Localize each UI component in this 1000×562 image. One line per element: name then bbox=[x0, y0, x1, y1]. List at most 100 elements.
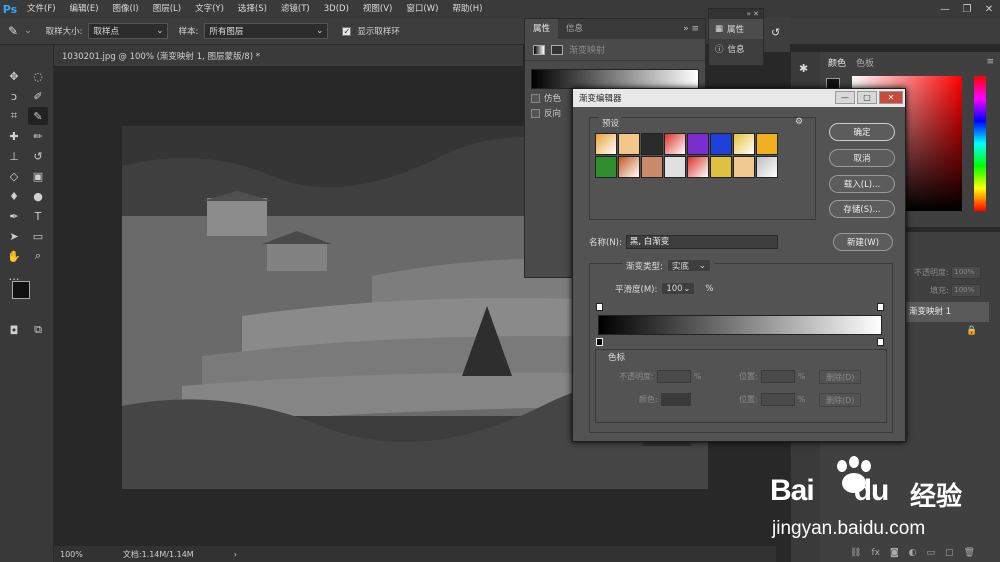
dodge-tool-icon[interactable]: ● bbox=[28, 187, 48, 205]
mask-icon[interactable] bbox=[551, 44, 563, 55]
stop-opacity-field[interactable] bbox=[656, 370, 691, 383]
preset-swatch[interactable] bbox=[595, 156, 617, 178]
presets-gear-icon[interactable]: ⚙ bbox=[795, 117, 803, 127]
color-location-field[interactable] bbox=[760, 393, 795, 406]
opacity-stop-right[interactable] bbox=[877, 303, 884, 311]
quick-select-tool-icon[interactable]: ✐ bbox=[28, 87, 48, 105]
preset-swatch[interactable] bbox=[710, 156, 732, 178]
tab-color[interactable]: 颜色 bbox=[828, 56, 846, 69]
menu-select[interactable]: 选择(S) bbox=[231, 0, 274, 18]
fill-field[interactable]: 100% bbox=[951, 284, 982, 297]
menu-edit[interactable]: 编辑(E) bbox=[63, 0, 106, 18]
move-tool-icon[interactable]: ✥ bbox=[4, 67, 24, 85]
gradient-tool-icon[interactable]: ▣ bbox=[28, 167, 48, 185]
color-stop-left[interactable] bbox=[596, 338, 603, 346]
ok-button[interactable]: 确定 bbox=[829, 123, 895, 141]
preset-swatch[interactable] bbox=[733, 133, 755, 155]
lasso-tool-icon[interactable]: ↄ bbox=[4, 87, 24, 105]
panel-collapse-icon[interactable]: » ✕ bbox=[709, 9, 763, 19]
reverse-checkbox[interactable] bbox=[531, 108, 540, 118]
tool-preset-dropdown-icon[interactable]: ⌄ bbox=[24, 26, 32, 36]
preset-swatch[interactable] bbox=[687, 133, 709, 155]
quick-mask-icon[interactable]: ◘ bbox=[4, 321, 24, 339]
load-button[interactable]: 载入(L)... bbox=[829, 175, 895, 193]
opacity-stop-left[interactable] bbox=[596, 303, 603, 311]
opacity-location-field[interactable] bbox=[760, 370, 795, 383]
preset-swatch[interactable] bbox=[664, 133, 686, 155]
minimize-button[interactable]: — bbox=[934, 0, 956, 18]
menu-view[interactable]: 视图(V) bbox=[356, 0, 399, 18]
menu-type[interactable]: 文字(Y) bbox=[188, 0, 231, 18]
mid-panel-info[interactable]: ⓘ 信息 bbox=[709, 39, 763, 59]
tools-options-icon[interactable]: ✱ bbox=[799, 62, 808, 75]
hand-tool-icon[interactable]: ✋ bbox=[4, 247, 24, 265]
crop-tool-icon[interactable]: ⌗ bbox=[4, 107, 24, 125]
rectangle-tool-icon[interactable]: ▭ bbox=[28, 227, 48, 245]
hue-slider[interactable] bbox=[974, 76, 986, 211]
dialog-close-button[interactable]: ✕ bbox=[879, 91, 903, 104]
history-brush-tool-icon[interactable]: ↺ bbox=[28, 147, 48, 165]
delete-opacity-stop-button[interactable]: 删除(D) bbox=[819, 370, 862, 384]
preset-swatch[interactable] bbox=[618, 156, 640, 178]
mid-panel-properties[interactable]: ▦ 属性 bbox=[709, 19, 763, 39]
pen-tool-icon[interactable]: ✒ bbox=[4, 207, 24, 225]
menu-3d[interactable]: 3D(D) bbox=[317, 0, 356, 18]
brush-tool-icon[interactable]: ✏ bbox=[28, 127, 48, 145]
preset-swatch[interactable] bbox=[664, 156, 686, 178]
path-select-tool-icon[interactable]: ➤ bbox=[4, 227, 24, 245]
tab-properties[interactable]: 属性 bbox=[525, 19, 559, 39]
preset-swatch[interactable] bbox=[595, 133, 617, 155]
blur-tool-icon[interactable]: ♦ bbox=[4, 187, 24, 205]
tab-info[interactable]: 信息 bbox=[558, 19, 591, 39]
dialog-titlebar[interactable]: 渐变编辑器 — □ ✕ bbox=[573, 89, 905, 107]
sample-size-select[interactable]: 取样点 ⌄ bbox=[88, 23, 169, 39]
preset-swatch[interactable] bbox=[687, 156, 709, 178]
layer-row[interactable]: 渐变映射 1 bbox=[905, 302, 989, 322]
name-input[interactable]: 黑, 白渐变 bbox=[625, 235, 778, 249]
opacity-field[interactable]: 100% bbox=[951, 266, 982, 279]
menu-layer[interactable]: 图层(L) bbox=[146, 0, 188, 18]
restore-button[interactable]: ❐ bbox=[956, 0, 978, 18]
menu-file[interactable]: 文件(F) bbox=[20, 0, 63, 18]
stop-color-swatch[interactable] bbox=[660, 393, 691, 406]
foreground-color-swatch[interactable] bbox=[12, 281, 30, 299]
preset-swatch[interactable] bbox=[618, 133, 640, 155]
menu-filter[interactable]: 滤镜(T) bbox=[274, 0, 317, 18]
preset-swatch[interactable] bbox=[641, 133, 663, 155]
sample-select[interactable]: 所有图层 ⌄ bbox=[204, 23, 329, 39]
preset-swatch[interactable] bbox=[733, 156, 755, 178]
dialog-maximize-button[interactable]: □ bbox=[857, 91, 877, 104]
delete-color-stop-button[interactable]: 删除(D) bbox=[819, 393, 862, 407]
type-tool-icon[interactable]: T bbox=[28, 207, 48, 225]
preset-swatch[interactable] bbox=[710, 133, 732, 155]
gradient-type-select[interactable]: 实底 ⌄ bbox=[666, 259, 711, 272]
show-ring-checkbox[interactable]: ✓ bbox=[342, 26, 352, 36]
dither-checkbox[interactable] bbox=[531, 93, 540, 103]
tab-swatches[interactable]: 色板 bbox=[856, 56, 874, 69]
eyedropper-tool-icon[interactable]: ✎ bbox=[8, 24, 18, 38]
chevron-right-icon[interactable]: › bbox=[234, 550, 237, 559]
zoom-level[interactable]: 100% bbox=[60, 550, 83, 559]
eyedropper-tool-icon[interactable]: ✎ bbox=[28, 107, 48, 125]
clone-stamp-tool-icon[interactable]: ⊥ bbox=[4, 147, 24, 165]
gradient-bar[interactable] bbox=[598, 315, 882, 335]
screen-mode-icon[interactable]: ⧉ bbox=[28, 321, 48, 339]
preset-swatch[interactable] bbox=[756, 133, 778, 155]
panel-menu-icon[interactable]: » ≡ bbox=[683, 24, 705, 34]
document-tab[interactable]: 1030201.jpg @ 100% (渐变映射 1, 图层蒙版/8) * bbox=[54, 45, 524, 66]
history-icon[interactable]: ↺ bbox=[771, 26, 780, 39]
marquee-tool-icon[interactable]: ◌ bbox=[28, 67, 48, 85]
cancel-button[interactable]: 取消 bbox=[829, 149, 895, 167]
healing-brush-tool-icon[interactable]: ✚ bbox=[4, 127, 24, 145]
menu-window[interactable]: 窗口(W) bbox=[399, 0, 445, 18]
panel-menu-icon[interactable]: ≡ bbox=[986, 57, 1000, 67]
preset-swatch[interactable] bbox=[641, 156, 663, 178]
smoothness-field[interactable]: 100 ⌄ bbox=[661, 282, 696, 295]
dialog-minimize-button[interactable]: — bbox=[835, 91, 855, 104]
save-button[interactable]: 存储(S)... bbox=[829, 200, 895, 218]
new-button[interactable]: 新建(W) bbox=[833, 233, 893, 251]
color-stop-right[interactable] bbox=[877, 338, 884, 346]
preset-swatch[interactable] bbox=[756, 156, 778, 178]
close-button[interactable]: ✕ bbox=[978, 0, 1000, 18]
eraser-tool-icon[interactable]: ◇ bbox=[4, 167, 24, 185]
